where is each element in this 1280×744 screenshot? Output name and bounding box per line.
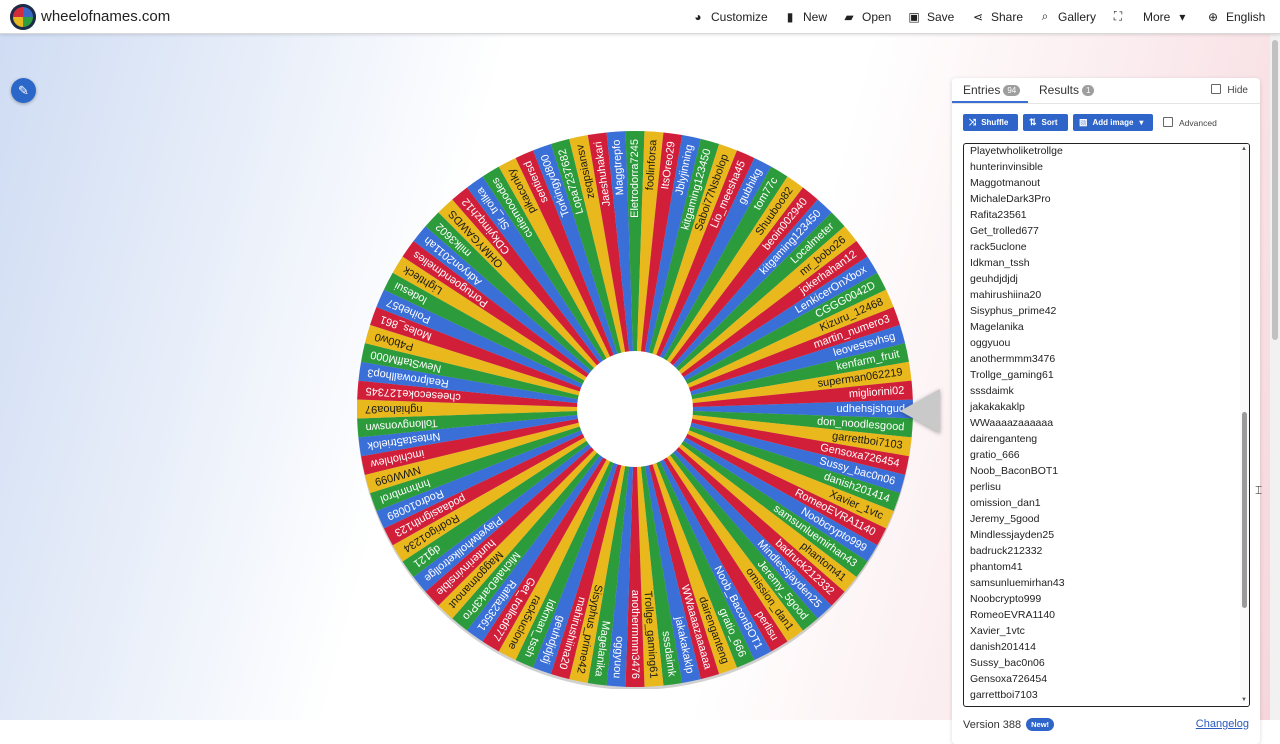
entry-item[interactable]: mahirushiina20 — [970, 287, 1065, 303]
entry-item[interactable]: Trollge_gaming61 — [970, 367, 1065, 383]
entry-item[interactable]: dairenganteng — [970, 431, 1065, 447]
entry-item[interactable]: rack5uclone — [970, 239, 1065, 255]
page-scroll-thumb[interactable] — [1272, 40, 1278, 340]
globe-icon: ⊕ — [1207, 9, 1219, 24]
chevron-down-icon: ▾ — [1139, 118, 1144, 127]
entry-item[interactable]: jakakakaklp — [970, 399, 1065, 415]
entry-item[interactable]: Noobcrypto999 — [970, 591, 1065, 607]
open-button[interactable]: ▰ Open — [841, 0, 891, 33]
panel-tabs: Entries 94 Results 1 Hide — [952, 78, 1260, 104]
entry-item[interactable]: perlisu — [970, 479, 1065, 495]
edit-pencil-button[interactable]: ✎ — [11, 78, 36, 103]
site-name[interactable]: wheelofnames.com — [41, 8, 170, 25]
shuffle-button[interactable]: ⤨ Shuffle — [963, 114, 1018, 131]
active-tab-indicator — [952, 101, 1028, 103]
entries-textarea[interactable]: Playetwholiketrollge hunterinvinsible Magg… — [963, 143, 1250, 707]
entry-item[interactable]: geuhdjdjdj — [970, 271, 1065, 287]
page-scrollbar[interactable] — [1270, 0, 1280, 720]
entry-item[interactable]: Idkman_tssh — [970, 255, 1065, 271]
scroll-down-arrow-icon[interactable]: ▼ — [1241, 697, 1247, 703]
entry-item[interactable]: Playetwholiketrollge — [970, 144, 1065, 159]
search-icon: ⌕ — [1041, 9, 1049, 23]
wheel-segment-label: anothermmm3476 — [629, 590, 641, 679]
results-count-badge: 1 — [1082, 85, 1095, 96]
scroll-up-arrow-icon[interactable]: ▲ — [1241, 146, 1247, 152]
entry-item[interactable]: badruck212332 — [970, 543, 1065, 559]
floppy-icon: ▣ — [908, 9, 920, 24]
mouse-cursor-icon: ⌶ — [1255, 483, 1263, 497]
entry-item[interactable]: Sussy_bac0n06 — [970, 655, 1065, 671]
hide-checkbox[interactable] — [1211, 84, 1222, 94]
entry-item[interactable]: Magelanika — [970, 319, 1065, 335]
entries-panel: Entries 94 Results 1 Hide ⤨ Shuffle ⇅ Sort ▧… — [952, 78, 1260, 744]
site-logo-icon[interactable] — [10, 4, 36, 30]
wheel[interactable]: udhehsjshgud don_noodlesgood garrettboi710… — [355, 129, 915, 689]
share-icon: ⋖ — [972, 9, 984, 24]
fullscreen-button[interactable]: ⛶ — [1110, 0, 1131, 33]
top-navbar: wheelofnames.com ◕ Customize ▮ New ▰ Open ▣… — [0, 0, 1280, 34]
pencil-icon: ✎ — [18, 83, 29, 98]
entry-item[interactable]: hunterinvinsible — [970, 159, 1065, 175]
entry-item[interactable]: sssdaimk — [970, 383, 1065, 399]
entry-item[interactable]: Get_trolled677 — [970, 223, 1065, 239]
wheel-segment-label: Eletrodorra7245 — [629, 139, 641, 218]
advanced-toggle[interactable]: Advanced — [1163, 117, 1217, 128]
entry-item[interactable]: Mindlessjayden25 — [970, 527, 1065, 543]
palette-icon: ◕ — [694, 9, 702, 24]
entry-item[interactable]: oggyuou — [970, 335, 1065, 351]
chevron-down-icon: ▾ — [1179, 9, 1186, 24]
entries-scrollbar[interactable]: ▲ ▼ — [1240, 144, 1249, 704]
fullscreen-icon: ⛶ — [1113, 9, 1123, 23]
entry-item[interactable]: danish201414 — [970, 639, 1065, 655]
entry-item[interactable]: RomeoEVRA1140 — [970, 607, 1065, 623]
sort-button[interactable]: ⇅ Sort — [1023, 114, 1068, 131]
tab-entries[interactable]: Entries 94 — [963, 83, 1021, 97]
save-button[interactable]: ▣ Save — [906, 0, 954, 33]
entry-item[interactable]: MichaleDark3Pro — [970, 191, 1065, 207]
add-image-button[interactable]: ▧ Add image ▾ — [1073, 114, 1153, 131]
entry-item[interactable]: omission_dan1 — [970, 495, 1065, 511]
entry-item[interactable]: garrettboi7103 — [970, 687, 1065, 703]
wheel-center-hub[interactable] — [577, 351, 693, 467]
hide-toggle[interactable]: Hide — [1211, 84, 1248, 96]
entries-list: Playetwholiketrollge hunterinvinsible Magg… — [970, 144, 1065, 703]
folder-icon: ▰ — [844, 9, 854, 24]
entry-item[interactable]: Gensoxa726454 — [970, 671, 1065, 687]
share-button[interactable]: ⋖ Share — [970, 0, 1023, 33]
entry-item[interactable]: Maggotmanout — [970, 175, 1065, 191]
customize-button[interactable]: ◕ Customize — [690, 0, 767, 33]
wheel-pointer — [900, 389, 940, 433]
entry-item[interactable]: WWaaaazaaaaaa — [970, 415, 1065, 431]
wheel-svg[interactable]: udhehsjshguddon_noodlesgoodgarrettboi710… — [355, 129, 915, 689]
main-area: ✎ udhehsjshgud don_noodlesgood garrettboi7… — [0, 34, 1270, 744]
more-menu-button[interactable]: More ▾ — [1143, 0, 1195, 33]
entries-scroll-thumb[interactable] — [1242, 412, 1247, 608]
wheel-segment-label: nghiahoa97 — [365, 403, 423, 415]
entry-item[interactable]: Noob_BaconBOT1 — [970, 463, 1065, 479]
shuffle-icon: ⤨ — [969, 117, 977, 127]
sort-icon: ⇅ — [1029, 117, 1037, 127]
entry-item[interactable]: Xavier_1vtc — [970, 623, 1065, 639]
entry-item[interactable]: anothermmm3476 — [970, 351, 1065, 367]
entry-item[interactable]: samsunluemirhan43 — [970, 575, 1065, 591]
entry-item[interactable]: gratio_666 — [970, 447, 1065, 463]
advanced-checkbox[interactable] — [1163, 117, 1173, 127]
gallery-button[interactable]: ⌕ Gallery — [1037, 0, 1096, 33]
entry-item[interactable]: Sisyphus_prime42 — [970, 303, 1065, 319]
wheel-segment-label: udhehsjshgud — [836, 403, 905, 415]
new-button[interactable]: ▮ New — [782, 0, 827, 33]
entries-count-badge: 94 — [1003, 85, 1021, 96]
image-icon: ▧ — [1079, 117, 1088, 127]
tab-results[interactable]: Results 1 — [1039, 83, 1095, 97]
entry-item[interactable]: Rafita23561 — [970, 207, 1065, 223]
file-icon: ▮ — [786, 9, 794, 24]
entry-item[interactable]: phantom41 — [970, 559, 1065, 575]
entry-item[interactable]: Jeremy_5good — [970, 511, 1065, 527]
language-button[interactable]: ⊕ English — [1205, 0, 1265, 33]
